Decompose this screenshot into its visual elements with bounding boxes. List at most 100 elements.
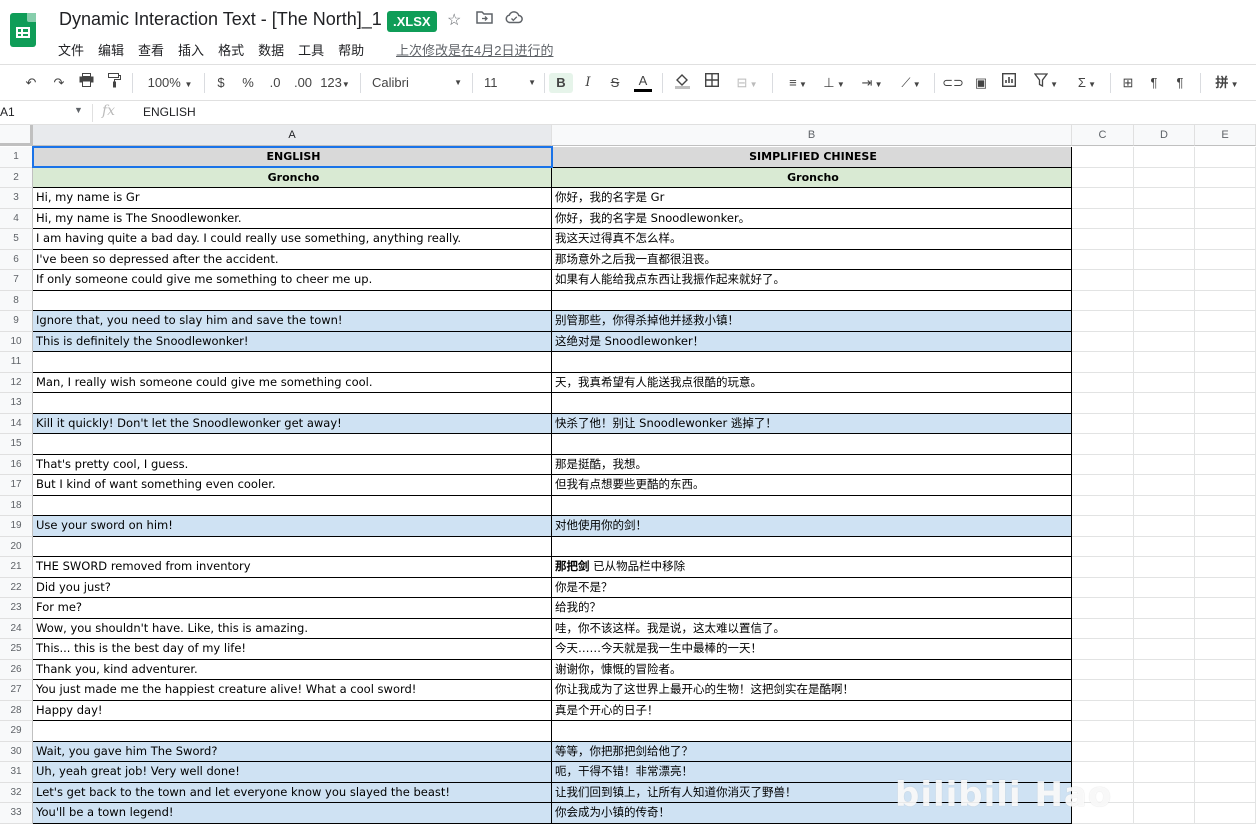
bold-button[interactable]: B <box>549 73 573 93</box>
row-header[interactable]: 9 <box>0 311 33 332</box>
cell-a-row[interactable]: I've been so depressed after the acciden… <box>33 249 552 270</box>
select-all-corner[interactable] <box>0 125 33 146</box>
row-header[interactable]: 28 <box>0 700 33 721</box>
cell-b-row[interactable] <box>552 352 1072 373</box>
sheets-logo-icon[interactable] <box>10 13 36 47</box>
cell-empty[interactable] <box>1195 270 1256 291</box>
row-header[interactable]: 1 <box>0 147 33 168</box>
cell-empty[interactable] <box>1195 721 1256 742</box>
formula-input[interactable]: ENGLISH <box>143 105 196 119</box>
cell-empty[interactable] <box>1195 680 1256 701</box>
cell-empty[interactable] <box>1195 762 1256 783</box>
cell-empty[interactable] <box>1134 413 1195 434</box>
row-header[interactable]: 16 <box>0 454 33 475</box>
cell-empty[interactable] <box>1195 372 1256 393</box>
cell-a-row[interactable]: Ignore that, you need to slay him and sa… <box>33 311 552 332</box>
cell-empty[interactable] <box>1195 331 1256 352</box>
row-header[interactable]: 20 <box>0 536 33 557</box>
cell-a-row[interactable] <box>33 536 552 557</box>
menu-format[interactable]: 格式 <box>218 40 244 59</box>
column-header-b[interactable]: B <box>552 125 1072 146</box>
row-header[interactable]: 13 <box>0 393 33 414</box>
cell-a-row[interactable]: Kill it quickly! Don't let the Snoodlewo… <box>33 413 552 434</box>
paint-format-icon[interactable] <box>104 73 124 93</box>
cell-b-row[interactable]: 哇，你不该这样。我是说，这太难以置信了。 <box>552 618 1072 639</box>
strikethrough-button[interactable]: S <box>606 73 624 93</box>
cell-empty[interactable] <box>1072 557 1134 578</box>
cell-empty[interactable] <box>1134 516 1195 537</box>
font-family-select[interactable]: Calibri ▼ <box>372 73 464 93</box>
cell-empty[interactable] <box>1195 147 1256 168</box>
cell-empty[interactable] <box>1072 721 1134 742</box>
cell-empty[interactable] <box>1195 782 1256 803</box>
cell-a-row[interactable] <box>33 393 552 414</box>
undo-icon[interactable]: ↶ <box>22 73 40 93</box>
insert-chart-icon[interactable] <box>998 72 1020 93</box>
cell-a-row[interactable]: THE SWORD removed from inventory <box>33 557 552 578</box>
row-header[interactable]: 11 <box>0 352 33 373</box>
cell-empty[interactable] <box>1134 557 1195 578</box>
cell-empty[interactable] <box>1134 270 1195 291</box>
cell-empty[interactable] <box>1134 782 1195 803</box>
document-title[interactable]: Dynamic Interaction Text - [The North]_1 <box>59 9 382 30</box>
row-header[interactable]: 10 <box>0 331 33 352</box>
cell-b-row[interactable]: 但我有点想要些更酷的东西。 <box>552 475 1072 496</box>
cell-empty[interactable] <box>1195 167 1256 188</box>
cell-empty[interactable] <box>1195 249 1256 270</box>
cell-a-row[interactable]: Thank you, kind adventurer. <box>33 659 552 680</box>
move-folder-icon[interactable] <box>476 10 493 29</box>
cell-empty[interactable] <box>1195 598 1256 619</box>
cell-a-row[interactable]: For me? <box>33 598 552 619</box>
cell-b-row[interactable]: 这绝对是 Snoodlewonker！ <box>552 331 1072 352</box>
percent-format-button[interactable]: % <box>238 73 258 93</box>
cell-b-row[interactable]: Groncho <box>552 167 1072 188</box>
column-header-c[interactable]: C <box>1072 125 1134 146</box>
cell-empty[interactable] <box>1134 618 1195 639</box>
cell-empty[interactable] <box>1072 659 1134 680</box>
italic-button[interactable]: I <box>579 73 597 93</box>
cell-empty[interactable] <box>1195 413 1256 434</box>
cell-empty[interactable] <box>1072 618 1134 639</box>
cell-empty[interactable] <box>1072 516 1134 537</box>
cell-empty[interactable] <box>1072 372 1134 393</box>
menu-data[interactable]: 数据 <box>258 40 284 59</box>
cell-b-row[interactable] <box>552 495 1072 516</box>
cell-b-row[interactable]: 给我的？ <box>552 598 1072 619</box>
last-edit-link[interactable]: 上次修改是在4月2日进行的 <box>396 40 553 59</box>
cell-b-row[interactable]: 那把剑 已从物品栏中移除 <box>552 557 1072 578</box>
more-formats-select[interactable]: 123▼ <box>318 73 352 93</box>
cell-empty[interactable] <box>1195 536 1256 557</box>
cell-b-row[interactable]: 今天……今天就是我一生中最棒的一天！ <box>552 639 1072 660</box>
cell-b-row[interactable]: 你是不是？ <box>552 577 1072 598</box>
cell-empty[interactable] <box>1195 577 1256 598</box>
cell-empty[interactable] <box>1134 454 1195 475</box>
cell-empty[interactable] <box>1134 434 1195 455</box>
cell-a-row[interactable]: ENGLISH <box>33 147 552 168</box>
cell-b-row[interactable]: SIMPLIFIED CHINESE <box>552 147 1072 168</box>
cell-empty[interactable] <box>1072 413 1134 434</box>
cell-a-row[interactable]: This... this is the best day of my life! <box>33 639 552 660</box>
cell-empty[interactable] <box>1195 516 1256 537</box>
row-header[interactable]: 3 <box>0 188 33 209</box>
text-rotation-icon[interactable]: ⟋ ▼ <box>894 73 928 93</box>
cell-empty[interactable] <box>1195 741 1256 762</box>
cell-empty[interactable] <box>1072 434 1134 455</box>
merge-cells-icon[interactable]: ⊟ ▼ <box>730 73 764 93</box>
cell-b-row[interactable]: 天，我真希望有人能送我点很酷的玩意。 <box>552 372 1072 393</box>
row-header[interactable]: 33 <box>0 803 33 824</box>
cell-b-row[interactable]: 对他使用你的剑！ <box>552 516 1072 537</box>
row-header[interactable]: 23 <box>0 598 33 619</box>
cell-empty[interactable] <box>1195 454 1256 475</box>
cell-empty[interactable] <box>1072 352 1134 373</box>
cell-empty[interactable] <box>1134 188 1195 209</box>
cell-a-row[interactable]: Did you just? <box>33 577 552 598</box>
row-header[interactable]: 29 <box>0 721 33 742</box>
cell-empty[interactable] <box>1072 475 1134 496</box>
cell-empty[interactable] <box>1072 741 1134 762</box>
row-header[interactable]: 31 <box>0 762 33 783</box>
cell-b-row[interactable]: 那是挺酷，我想。 <box>552 454 1072 475</box>
cell-empty[interactable] <box>1134 229 1195 250</box>
row-header[interactable]: 26 <box>0 659 33 680</box>
cell-a-row[interactable] <box>33 352 552 373</box>
row-header[interactable]: 12 <box>0 372 33 393</box>
